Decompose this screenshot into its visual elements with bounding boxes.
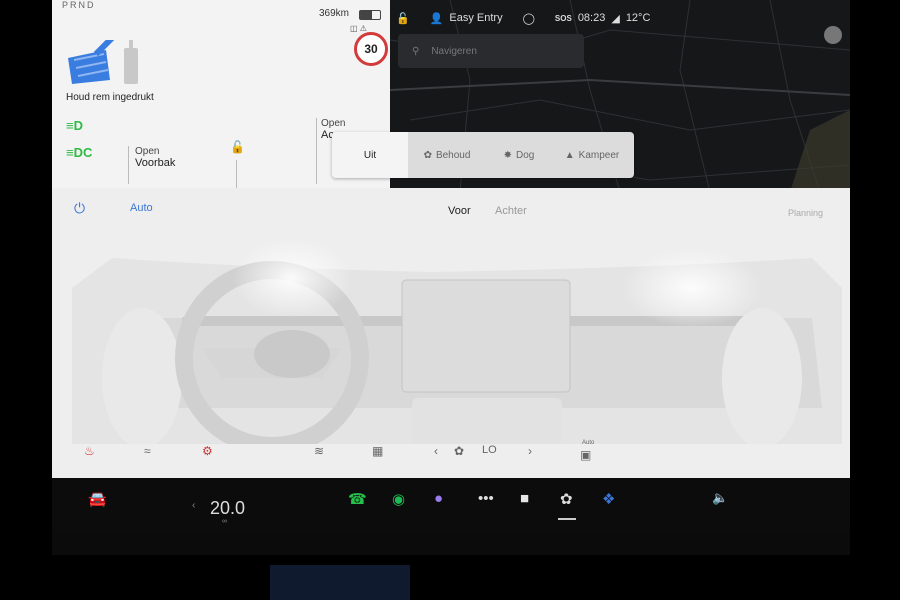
phone-icon[interactable]: ☎ — [348, 490, 367, 508]
search-placeholder: Navigeren — [431, 45, 477, 57]
battery-icon — [359, 10, 381, 20]
search-icon: ⚲ — [412, 45, 420, 57]
car-icon[interactable]: 🚘 — [88, 490, 107, 508]
power-icon[interactable]: ⏻ — [74, 200, 85, 217]
mode-camp-button[interactable]: ▲ Kampeer — [552, 132, 632, 178]
mode-dog-button[interactable]: ✸ Dog — [486, 132, 552, 178]
fan-increase-icon[interactable]: › — [528, 444, 532, 458]
sos-label[interactable]: SOS — [555, 14, 572, 23]
tent-icon: ▲ — [564, 149, 575, 161]
map-settings-button[interactable] — [824, 26, 842, 44]
status-bar: 🔓 👤 Easy Entry ◯ SOS 08:23 ◢ 12°C — [396, 8, 650, 28]
mode-off-button[interactable]: Uit — [332, 132, 408, 178]
unlock-icon[interactable]: 🔓 — [230, 140, 245, 154]
outside-temperature: 12°C — [625, 12, 651, 24]
paw-icon: ✸ — [503, 149, 513, 161]
mode-label: Dog — [516, 149, 535, 161]
seat-heat-icon[interactable]: ♨ — [84, 444, 95, 458]
speed-limit-sign: 30 — [354, 32, 388, 66]
dashboard-illustration — [72, 238, 842, 444]
lock-status-icon[interactable]: 🔓 — [396, 12, 410, 25]
more-apps-icon[interactable]: ••• — [478, 490, 494, 507]
tab-rear[interactable]: Achter — [495, 205, 527, 217]
background-reflection — [270, 565, 410, 600]
center-display-illustration — [401, 279, 571, 393]
rear-defrost-icon[interactable]: ▦ — [372, 444, 383, 458]
camera-app-icon[interactable]: ● — [434, 490, 443, 507]
mode-label: Uit — [363, 149, 377, 161]
signal-icon: ◢ — [611, 12, 620, 25]
fan-app-icon[interactable]: ✿ — [560, 490, 573, 508]
climate-controls-bar: ♨ ≈ ⚙ ≋ ▦ ‹ ✿ LO › Auto ▣ — [52, 440, 850, 474]
frunk-open-button[interactable]: Open Voorbak — [128, 146, 175, 184]
speed-warning-icons: ◫ ⚠ — [350, 24, 367, 33]
taskbar: 🚘 ‹ 20.0 ∞ ☎ ◉ ● ••• ■ ✿ ❖ 🔈 — [52, 478, 850, 532]
divider — [236, 160, 237, 188]
active-app-indicator — [558, 518, 576, 520]
climate-mode-selector: Uit ✿ Behoud ✸ Dog ▲ Kampeer — [332, 132, 634, 178]
airflow-left-glow — [232, 238, 352, 318]
auto-climate-button[interactable]: Auto — [130, 202, 153, 214]
frunk-label-top: Open — [135, 146, 160, 157]
range-readout: 369km — [319, 8, 350, 19]
planning-button[interactable]: Planning — [788, 208, 823, 218]
front-defrost-icon[interactable]: ≈ — [144, 444, 151, 458]
mode-label: Behoud — [435, 149, 471, 161]
gear-selector[interactable]: PRND — [62, 0, 96, 10]
touchscreen: 🔓 👤 Easy Entry ◯ SOS 08:23 ◢ 12°C ⚲ Navi… — [52, 0, 850, 555]
toybox-icon[interactable]: ■ — [520, 490, 529, 507]
recirc-auto-label: Auto — [582, 440, 595, 446]
brake-instruction: Houd rem ingedrukt — [66, 92, 154, 103]
spotify-icon[interactable]: ◉ — [392, 490, 405, 508]
fan-decrease-icon[interactable]: ‹ — [434, 444, 438, 458]
brake-pedal-icon — [66, 33, 156, 91]
fan-speed-level: LO — [482, 444, 497, 456]
climate-panel: ⏻ Auto Voor Achter Planning ♨ ≈ ⚙ ≋ ▦ ‹ … — [52, 188, 850, 478]
airflow-right-glow — [622, 248, 762, 328]
bluetooth-icon[interactable]: ❖ — [602, 490, 615, 508]
recirculation-icon[interactable]: ▣ — [580, 448, 591, 462]
cabin-temperature[interactable]: 20.0 — [210, 498, 245, 519]
seat-icon: ∞ — [222, 518, 227, 525]
trunk-label-top: Open — [321, 118, 346, 129]
fan-speed-icon: ✿ — [454, 444, 465, 458]
frunk-label-bottom: Voorbak — [135, 157, 176, 169]
volume-icon[interactable]: 🔈 — [712, 490, 728, 506]
sentry-icon[interactable]: ◯ — [523, 12, 535, 25]
navigate-search[interactable]: ⚲ Navigeren — [398, 34, 584, 68]
low-beam-icon[interactable]: ≡D — [66, 118, 83, 133]
fan-icon: ✿ — [423, 149, 432, 161]
profile-name[interactable]: Easy Entry — [449, 12, 502, 24]
mode-keep-button[interactable]: ✿ Behoud — [408, 132, 486, 178]
windshield-defrost-icon[interactable]: ≋ — [314, 444, 324, 458]
temp-decrease-icon[interactable]: ‹ — [192, 500, 195, 511]
steering-heat-icon[interactable]: ⚙ — [202, 444, 213, 458]
parking-lights-icon[interactable]: ≡DC — [66, 145, 92, 160]
mode-label: Kampeer — [578, 149, 620, 161]
profile-icon[interactable]: 👤 — [430, 12, 444, 25]
clock: 08:23 — [577, 12, 606, 24]
tab-front[interactable]: Voor — [448, 205, 471, 217]
